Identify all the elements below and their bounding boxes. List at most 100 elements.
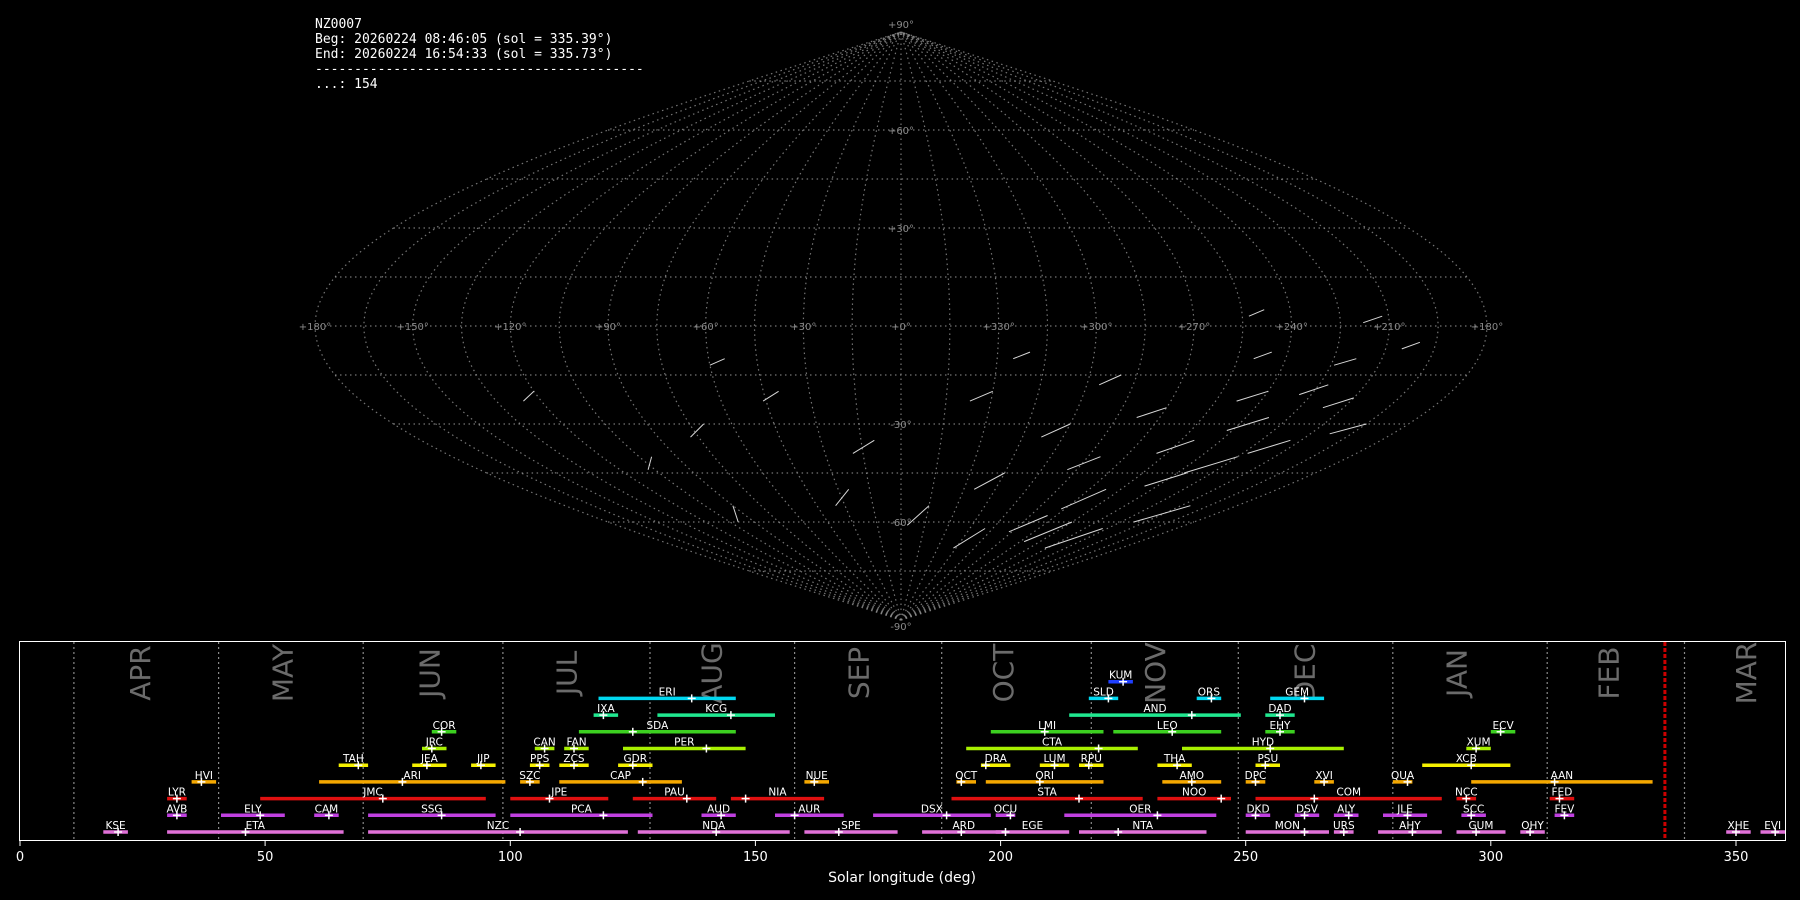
x-tick-label: 50 bbox=[257, 850, 274, 865]
shower-code-label: KUM bbox=[1109, 670, 1132, 682]
shower-code-label: KSE bbox=[106, 820, 126, 832]
shower-bars: KUM ERI SLD ORS GEM IXA KCG AND DAD COR SDA LMI LEO E… bbox=[103, 670, 1785, 836]
shower-code-label: OCU bbox=[994, 803, 1017, 815]
shower-code-label: JLE bbox=[1396, 803, 1413, 815]
shower-code-label: SSG bbox=[421, 803, 442, 815]
shower-code-label: FEV bbox=[1554, 803, 1575, 815]
shower-code-label: NCC bbox=[1455, 787, 1478, 799]
shower-code-label: SLD bbox=[1093, 686, 1114, 698]
shower-code-label: AUR bbox=[798, 803, 820, 815]
shower-code-label: CAM bbox=[315, 803, 339, 815]
shower-code-label: PSU bbox=[1257, 753, 1278, 765]
shower-code-label: DKD bbox=[1246, 803, 1269, 815]
shower-code-label: ALY bbox=[1337, 803, 1356, 815]
shower-code-label: PCA bbox=[571, 803, 593, 815]
shower-code-label: ARI bbox=[403, 770, 421, 782]
shower-code-label: HYD bbox=[1252, 737, 1274, 749]
shower-code-label: XCB bbox=[1456, 753, 1477, 765]
shower-code-label: DRA bbox=[985, 753, 1008, 765]
month-label: JAN bbox=[1441, 649, 1474, 699]
shower-code-label: COM bbox=[1336, 787, 1361, 799]
shower-code-label: EGE bbox=[1022, 820, 1043, 832]
shower-code-label: FAN bbox=[566, 737, 586, 749]
month-label: JUL bbox=[551, 650, 584, 697]
shower-code-label: CTA bbox=[1042, 737, 1063, 749]
shower-code-label: OCT bbox=[955, 770, 978, 782]
shower-code-label: PAU bbox=[664, 787, 685, 799]
shower-code-label: CAN bbox=[533, 737, 555, 749]
shower-code-label: NDA bbox=[702, 820, 726, 832]
shower-code-label: ORS bbox=[1198, 686, 1221, 698]
month-label: AUG bbox=[695, 642, 728, 703]
shower-code-label: GDR bbox=[624, 753, 648, 765]
shower-code-label: EHY bbox=[1270, 720, 1292, 732]
month-label: SEP bbox=[842, 647, 875, 699]
shower-code-label: QUA bbox=[1391, 770, 1415, 782]
month-label: APR bbox=[124, 645, 157, 701]
shower-code-label: SZC bbox=[519, 770, 540, 782]
x-tick-label: 300 bbox=[1478, 850, 1503, 865]
shower-code-label: ZCS bbox=[563, 753, 585, 765]
shower-code-label: ELY bbox=[244, 803, 262, 815]
x-tick-label: 200 bbox=[988, 850, 1013, 865]
shower-code-label: XHE bbox=[1728, 820, 1750, 832]
shower-code-label: ECV bbox=[1493, 720, 1515, 732]
shower-code-label: COR bbox=[433, 720, 456, 732]
shower-code-label: JPE bbox=[550, 787, 567, 799]
shower-code-label: LMI bbox=[1038, 720, 1056, 732]
shower-code-label: STA bbox=[1037, 787, 1057, 799]
shower-code-label: LUM bbox=[1043, 753, 1065, 765]
month-label: OCT bbox=[987, 643, 1020, 703]
x-tick-label: 0 bbox=[16, 850, 24, 865]
x-axis: 0 50 100 150 200 250 300 350 bbox=[16, 841, 1749, 865]
shower-code-label: GUM bbox=[1469, 820, 1494, 832]
shower-code-label: SCC bbox=[1463, 803, 1484, 815]
shower-code-label: TAH bbox=[342, 753, 364, 765]
shower-code-label: JMC bbox=[362, 787, 383, 799]
shower-code-label: NZC bbox=[487, 820, 509, 832]
shower-code-label: AND bbox=[1143, 703, 1166, 715]
shower-code-label: URS bbox=[1333, 820, 1355, 832]
shower-code-label: EVI bbox=[1764, 820, 1781, 832]
shower-code-label: KCG bbox=[705, 703, 727, 715]
shower-code-label: IXA bbox=[597, 703, 615, 715]
shower-code-label: DAD bbox=[1268, 703, 1291, 715]
shower-code-label: XVI bbox=[1315, 770, 1332, 782]
shower-code-label: OER bbox=[1129, 803, 1151, 815]
shower-code-label: AMO bbox=[1180, 770, 1205, 782]
x-tick-label: 100 bbox=[498, 850, 523, 865]
shower-code-label: OHY bbox=[1521, 820, 1544, 832]
shower-code-label: DSX bbox=[921, 803, 943, 815]
x-axis-label: Solar longitude (deg) bbox=[828, 870, 976, 886]
shower-code-label: ERI bbox=[659, 686, 676, 698]
month-labels: APR MAY JUN JUL AUG SEP OCT NOV DEC JAN FEB MAR bbox=[124, 642, 1763, 705]
shower-code-label: GEM bbox=[1285, 686, 1309, 698]
shower-timeline-chart: APR MAY JUN JUL AUG SEP OCT NOV DEC JAN FEB MAR KUM… bbox=[16, 641, 1786, 886]
month-label: MAY bbox=[266, 643, 299, 702]
x-tick-label: 350 bbox=[1724, 850, 1749, 865]
shower-code-label: ARD bbox=[953, 820, 976, 832]
shower-code-label: JIP bbox=[476, 753, 490, 765]
shower-code-label: HVI bbox=[195, 770, 213, 782]
x-tick-label: 150 bbox=[743, 850, 768, 865]
shower-code-label: NOO bbox=[1182, 787, 1206, 799]
month-label: MAR bbox=[1730, 642, 1763, 705]
shower-code-label: RPU bbox=[1081, 753, 1102, 765]
shower-code-label: AHY bbox=[1399, 820, 1421, 832]
shower-code-label: JEA bbox=[420, 753, 439, 765]
month-label: FEB bbox=[1593, 646, 1626, 699]
month-label: NOV bbox=[1139, 642, 1172, 704]
shower-code-label: FED bbox=[1552, 787, 1573, 799]
shower-code-label: SDA bbox=[647, 720, 670, 732]
shower-code-label: DSV bbox=[1296, 803, 1319, 815]
shower-code-label: THA bbox=[1163, 753, 1186, 765]
shower-code-label: PER bbox=[674, 737, 694, 749]
shower-code-label: DPC bbox=[1245, 770, 1267, 782]
shower-code-label: AUD bbox=[707, 803, 730, 815]
shower-code-label: PPS bbox=[530, 753, 550, 765]
shower-code-label: LYR bbox=[168, 787, 186, 799]
shower-code-label: NUE bbox=[806, 770, 828, 782]
shower-code-label: MON bbox=[1275, 820, 1300, 832]
month-label: JUN bbox=[413, 648, 446, 700]
shower-code-label: XUM bbox=[1467, 737, 1491, 749]
